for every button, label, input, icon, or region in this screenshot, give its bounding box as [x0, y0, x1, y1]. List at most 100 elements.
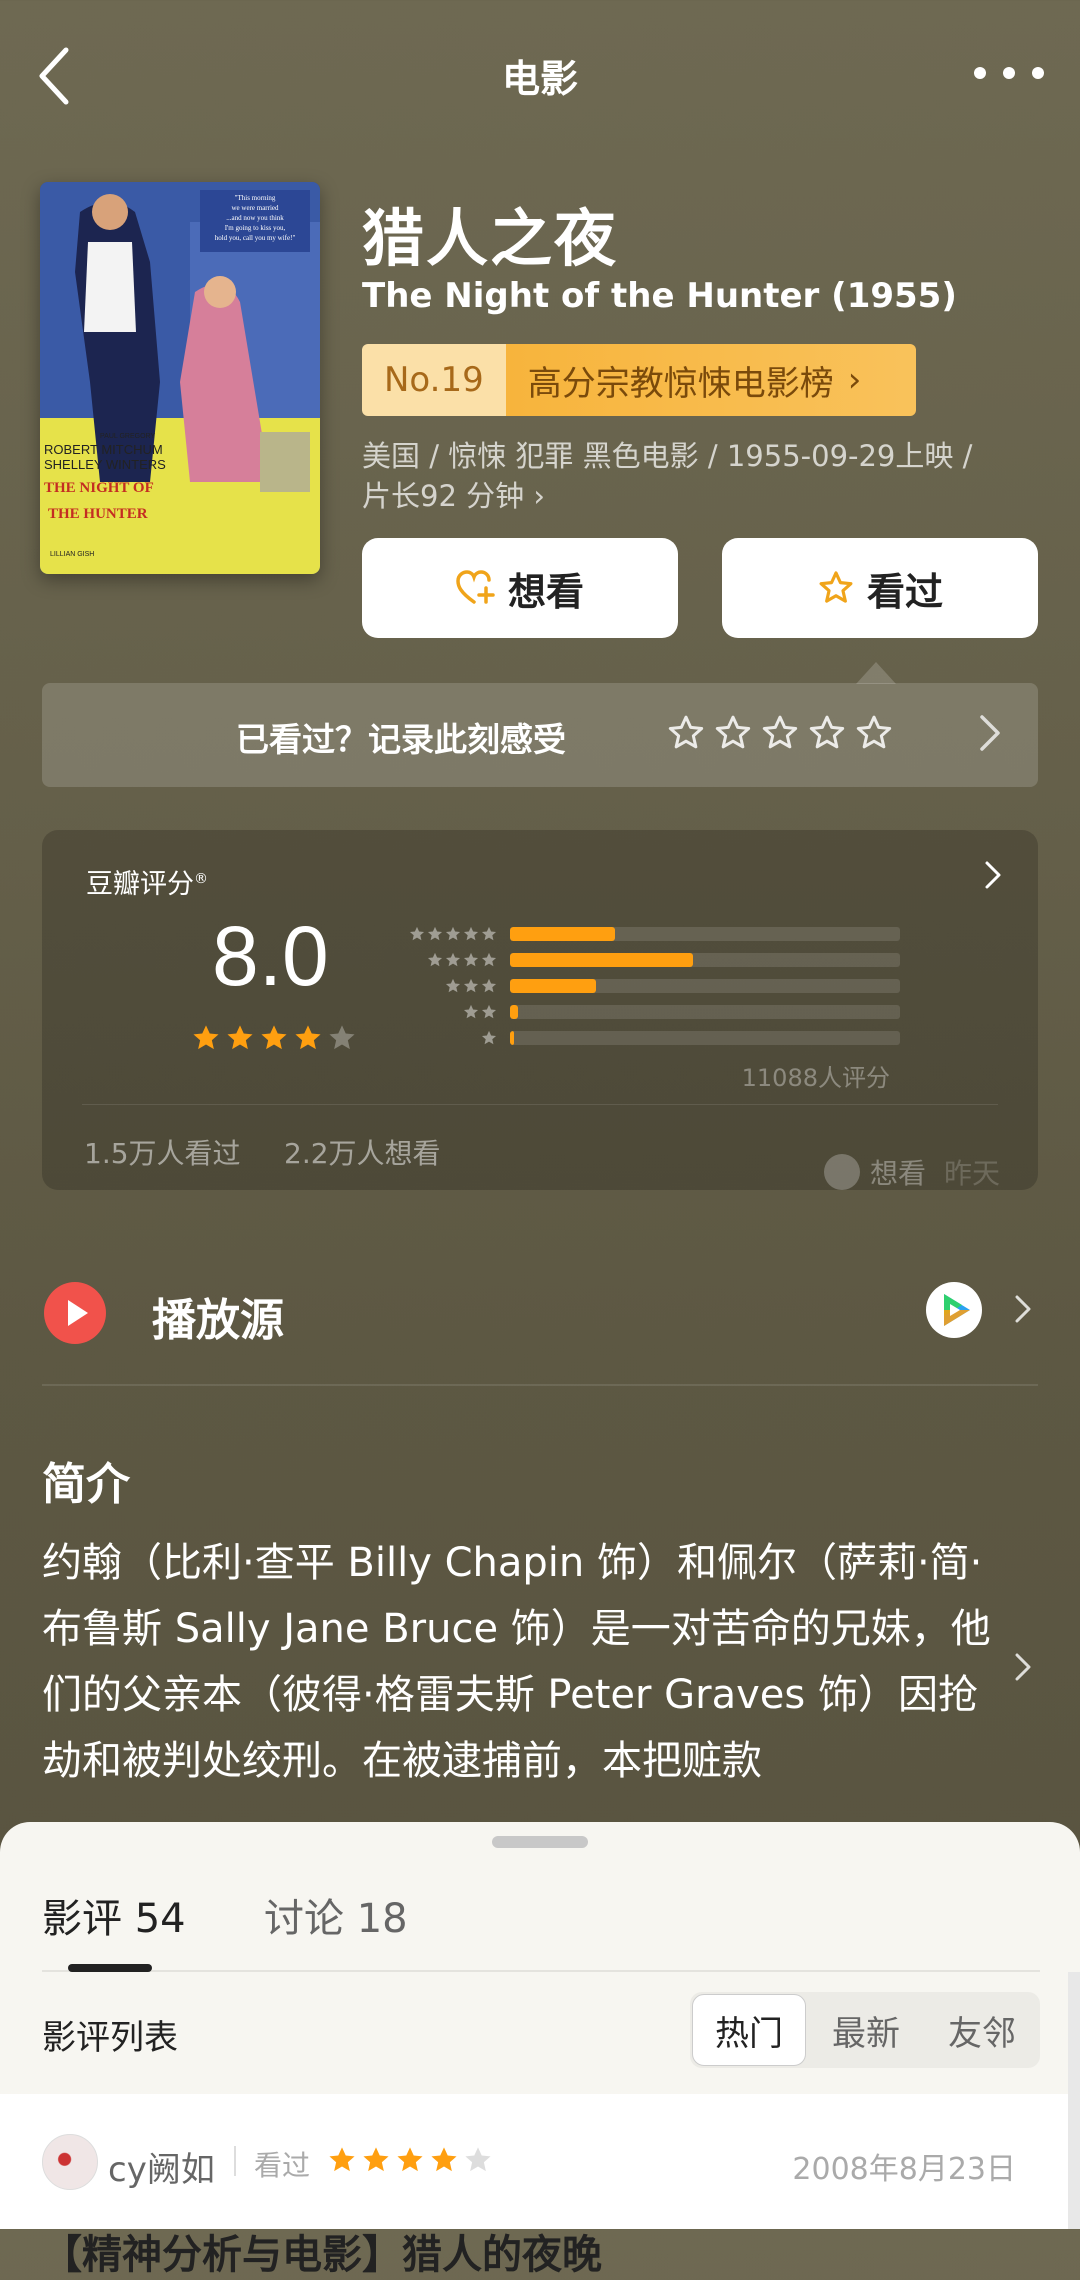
star-filled-icon [193, 1025, 219, 1050]
distribution-stars [388, 925, 498, 943]
svg-text:SHELLEY WINTERS: SHELLEY WINTERS [44, 457, 166, 472]
watched-button[interactable]: 看过 [722, 538, 1038, 638]
star-small-icon [463, 952, 479, 967]
distribution-stars [388, 977, 498, 995]
chevron-right-icon [985, 861, 1001, 889]
distribution-row [388, 1004, 900, 1020]
star-small-icon [463, 1004, 479, 1019]
star-empty-icon [329, 1025, 355, 1050]
distribution-row [388, 1030, 900, 1046]
rank-list-label: 高分宗教惊悚电影榜 [527, 363, 834, 404]
rating-card[interactable]: 豆瓣评分® 8.0 11088人评分 1.5万人看过 2.2万人想看 想看 昨天 [42, 830, 1038, 1190]
star-small-icon [409, 926, 425, 941]
chevron-right-icon[interactable] [1014, 1652, 1032, 1682]
tab-reviews[interactable]: 影评 54 [42, 1886, 186, 1944]
divider [42, 1970, 1040, 1972]
star-small-icon [481, 926, 497, 941]
distribution-track [510, 1031, 900, 1045]
star-outline-icon [762, 715, 798, 749]
movie-poster[interactable]: "This morning we were married ...and now… [40, 182, 320, 574]
sort-hot[interactable]: 热门 [692, 1994, 806, 2066]
drag-handle[interactable] [492, 1836, 588, 1848]
watched-count[interactable]: 1.5万人看过 [84, 1132, 241, 1172]
play-icon[interactable] [44, 1282, 106, 1344]
distribution-stars [388, 1029, 498, 1047]
tab-discussions[interactable]: 讨论 18 [264, 1886, 408, 1944]
play-source-label[interactable]: 播放源 [152, 1284, 284, 1348]
distribution-bar [510, 953, 694, 967]
distribution-bar [510, 1031, 514, 1045]
star-filled-icon [227, 1025, 253, 1050]
friend-activity[interactable]: 想看 昨天 [824, 1152, 1000, 1192]
wanted-count[interactable]: 2.2万人想看 [284, 1132, 441, 1172]
record-prompt: 已看过？记录此刻感受 [236, 720, 566, 759]
star-filled-icon [397, 2147, 423, 2172]
review-date: 2008年8月23日 [792, 2152, 1016, 2187]
movie-meta[interactable]: 美国 / 惊悚 犯罪 黑色电影 / 1955-09-29上映 / 片长92 分钟… [362, 436, 1022, 516]
review-list-title: 影评列表 [42, 2018, 178, 2058]
rating-label: 豆瓣评分® [86, 862, 208, 901]
review-stars [326, 2144, 494, 2176]
sort-friends[interactable]: 友邻 [924, 1992, 1040, 2068]
distribution-track [510, 1005, 900, 1019]
movie-title-en: The Night of the Hunter (1955) [362, 276, 957, 316]
chevron-right-icon [980, 715, 1000, 751]
star-small-icon [463, 926, 479, 941]
distribution-bar [510, 979, 596, 993]
sort-latest[interactable]: 最新 [808, 1992, 924, 2068]
star-small-icon [427, 952, 443, 967]
page-title: 电影 [501, 57, 578, 101]
review-item[interactable]: cy阙如 看过 2008年8月23日 【精神分析与电影】猎人的夜晚 [0, 2094, 1068, 2278]
active-tab-indicator [68, 1964, 152, 1972]
star-outline-icon [715, 715, 751, 749]
review-status: 看过 [254, 2149, 311, 2182]
rank-number: No.19 [362, 344, 506, 416]
star-small-icon [481, 1004, 497, 1019]
review-author[interactable]: cy阙如 [108, 2142, 215, 2191]
svg-text:I'm going to kiss you,: I'm going to kiss you, [225, 224, 286, 232]
friend-time: 昨天 [944, 1157, 1001, 1190]
review-title[interactable]: 【精神分析与电影】猎人的夜晚 [42, 2222, 602, 2280]
tencent-video-icon[interactable] [926, 1282, 982, 1338]
rank-badge[interactable]: No.19 高分宗教惊悚电影榜 › [362, 344, 916, 416]
distribution-bar [510, 927, 616, 941]
rank-list-name: 高分宗教惊悚电影榜 › [505, 344, 916, 416]
divider [42, 1384, 1038, 1386]
star-filled-icon [261, 1025, 287, 1050]
svg-text:we were married: we were married [231, 204, 279, 212]
scrollbar[interactable] [1068, 1972, 1080, 2229]
star-filled-icon [295, 1025, 321, 1050]
want-to-watch-button[interactable]: 想看 [362, 538, 678, 638]
star-filled-icon [431, 2147, 457, 2172]
record-rating-bar[interactable]: 已看过？记录此刻感受 [42, 683, 1038, 787]
svg-text:THE NIGHT OF: THE NIGHT OF [44, 480, 154, 496]
star-outline-icon [819, 571, 853, 603]
want-label: 想看 [507, 569, 584, 614]
intro-text[interactable]: 约翰（比利·查平 Billy Chapin 饰）和佩尔（萨莉·简·布鲁斯 Sal… [42, 1530, 992, 1794]
meta-line-1: 美国 / 惊悚 犯罪 黑色电影 / 1955-09-29上映 / [362, 439, 973, 473]
svg-text:"This morning: "This morning [235, 194, 276, 202]
seen-label: 看过 [866, 569, 943, 614]
meta-line-2: 片长92 分钟 › [362, 479, 545, 513]
rate-stars[interactable] [666, 713, 894, 753]
star-small-icon [445, 978, 461, 993]
rating-count: 11088人评分 [741, 1064, 890, 1092]
more-icon[interactable] [974, 58, 1044, 88]
svg-text:THE HUNTER: THE HUNTER [48, 506, 148, 522]
star-small-icon [481, 978, 497, 993]
avatar[interactable] [42, 2134, 98, 2190]
friend-action: 想看 [870, 1157, 927, 1190]
chevron-right-icon: › [847, 360, 862, 400]
svg-text:...and now you think: ...and now you think [226, 214, 284, 222]
heart-plus-icon [456, 570, 495, 604]
svg-text:ROBERT MITCHUM: ROBERT MITCHUM [44, 442, 163, 457]
reviews-sheet[interactable]: 影评 54 讨论 18 影评列表 热门 最新 友邻 cy阙如 看过 2008年8… [0, 1822, 1080, 2278]
distribution-stars [388, 1003, 498, 1021]
star-filled-icon [329, 2147, 355, 2172]
divider [234, 2146, 236, 2176]
divider [82, 1104, 998, 1105]
star-outline-icon [809, 715, 845, 749]
distribution-track [510, 953, 900, 967]
pointer-triangle [856, 662, 896, 684]
sort-segmented-control[interactable]: 热门 最新 友邻 [690, 1992, 1040, 2068]
